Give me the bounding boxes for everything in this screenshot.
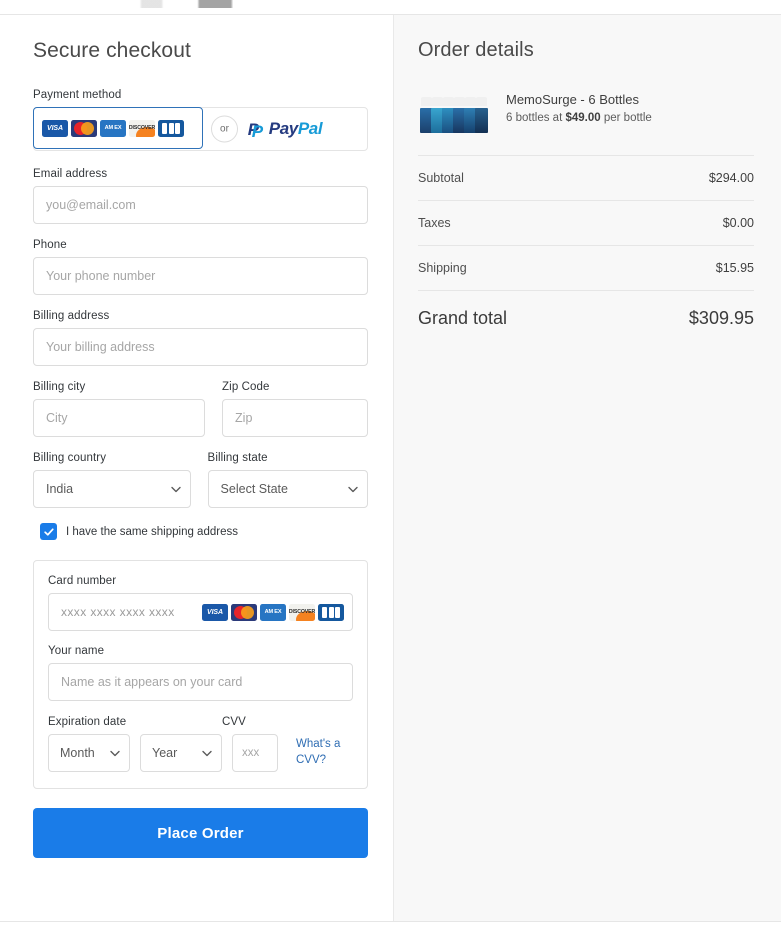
expiration-year-value: Year [140,734,222,772]
billing-city-group: Billing city City [33,381,206,437]
cvv-input[interactable]: xxx [232,734,278,772]
billing-address-label: Billing address [33,310,110,322]
jcb-icon [158,119,184,137]
same-shipping-checkbox[interactable] [40,523,57,540]
same-shipping-label: I have the same shipping address [66,525,238,538]
secure-checkout-pane: Secure checkout Payment method VISA AM E… [0,15,394,921]
order-product-row: MemoSurge - 6 Bottles 6 bottles at $49.0… [418,90,754,156]
grand-total-value: $309.95 [688,308,754,328]
paypal-monogram-icon: PP [247,119,264,141]
card-number-placeholder: xxxx xxxx xxxx xxxx [61,605,175,619]
email-label: Email address [33,168,108,180]
zip-code-input[interactable]: Zip [222,399,368,437]
product-unit-price: $49.00 [565,112,601,124]
phone-label: Phone [33,239,67,251]
cvv-field-wrap: xxx [232,734,278,772]
order-details-title: Order details [418,39,534,61]
card-name-input[interactable]: Name as it appears on your card [48,663,353,701]
cut-off-header-element [130,0,250,8]
order-details-pane: Order details MemoSurge - 6 Bottles 6 bo… [394,15,781,921]
shipping-label: Shipping [418,261,467,275]
discover-icon: DISCOVER [289,603,315,621]
cvv-label: CVV [222,716,246,728]
summary-row-shipping: Shipping $15.95 [418,246,754,291]
billing-country-value: India [33,470,191,508]
phone-group: Phone Your phone number [33,239,368,295]
place-order-button[interactable]: Place Order [33,808,368,858]
billing-country-label: Billing country [33,452,107,464]
payment-option-card[interactable]: VISA AM EX DISCOVER [33,107,203,149]
zip-code-label: Zip Code [222,381,270,393]
billing-city-label: Billing city [33,381,86,393]
page-title: Secure checkout [33,39,191,62]
expiration-cvv-row: Month Year xxx What's a CVV? [48,734,353,772]
email-group: Email address you@email.com [33,168,368,224]
mastercard-icon [71,119,97,137]
city-zip-row: Billing city City Zip Code Zip [33,381,368,437]
discover-icon: DISCOVER [129,119,155,137]
taxes-value: $0.00 [722,216,754,230]
product-detail: 6 bottles at $49.00 per bottle [506,112,652,124]
billing-city-input[interactable]: City [33,399,206,437]
summary-row-taxes: Taxes $0.00 [418,201,754,246]
expiration-date-label: Expiration date [48,716,127,728]
card-brand-icons: VISA AM EX DISCOVER [202,603,344,621]
phone-input[interactable]: Your phone number [33,257,368,295]
payment-method-selector: VISA AM EX DISCOVER or P P PayPal [33,107,368,151]
card-number-label: Card number [48,575,117,587]
expiration-year-select[interactable]: Year [140,734,222,772]
visa-icon: VISA [202,603,228,621]
billing-state-group: Billing state Select State [207,452,368,508]
page-top-strip [0,0,781,14]
card-details-box: Card number xxxx xxxx xxxx xxxx VISA AM … [33,560,368,789]
product-info: MemoSurge - 6 Bottles 6 bottles at $49.0… [506,90,652,124]
summary-row-subtotal: Subtotal $294.00 [418,156,754,201]
payment-method-label: Payment method [33,89,122,101]
product-name: MemoSurge - 6 Bottles [506,92,639,107]
mastercard-icon [231,603,257,621]
checkout-frame: Secure checkout Payment method VISA AM E… [0,14,781,922]
zip-code-group: Zip Code Zip [222,381,368,437]
card-name-label: Your name [48,645,105,657]
amex-icon: AM EX [260,603,286,621]
expiration-month-value: Month [48,734,130,772]
product-detail-suffix: per bottle [600,112,652,124]
email-input[interactable]: you@email.com [33,186,368,224]
product-thumbnail [418,90,490,136]
billing-state-select[interactable]: Select State [207,470,368,508]
or-divider-badge: or [211,115,238,143]
expiration-month-select[interactable]: Month [48,734,130,772]
paypal-pay-text: Pay [268,119,298,138]
amex-icon: AM EX [100,119,126,137]
billing-state-label: Billing state [207,452,268,464]
jcb-icon [318,603,344,621]
billing-address-group: Billing address Your billing address [33,310,368,366]
card-number-input[interactable]: xxxx xxxx xxxx xxxx VISA AM EX DISCOVER [48,593,353,631]
visa-icon: VISA [42,119,68,137]
grand-total-row: Grand total $309.95 [418,291,754,329]
billing-state-value: Select State [207,470,368,508]
product-detail-prefix: 6 bottles at [506,112,566,124]
subtotal-label: Subtotal [418,171,464,185]
subtotal-value: $294.00 [708,171,754,185]
billing-address-input[interactable]: Your billing address [33,328,368,366]
checkout-page: Secure checkout Payment method VISA AM E… [0,0,781,934]
cvv-help-link[interactable]: What's a CVV? [296,736,348,768]
shipping-value: $15.95 [715,261,754,275]
taxes-label: Taxes [418,216,451,230]
country-state-row: Billing country India Billing state Sele… [33,452,368,508]
billing-country-select[interactable]: India [33,470,191,508]
paypal-logo: PP PayPal [247,119,323,141]
same-shipping-row[interactable]: I have the same shipping address [40,523,368,540]
billing-country-group: Billing country India [33,452,191,508]
expiration-cvv-labels: Expiration date CVV [48,716,353,734]
grand-total-label: Grand total [418,308,508,328]
paypal-pal-text: Pal [297,119,323,138]
